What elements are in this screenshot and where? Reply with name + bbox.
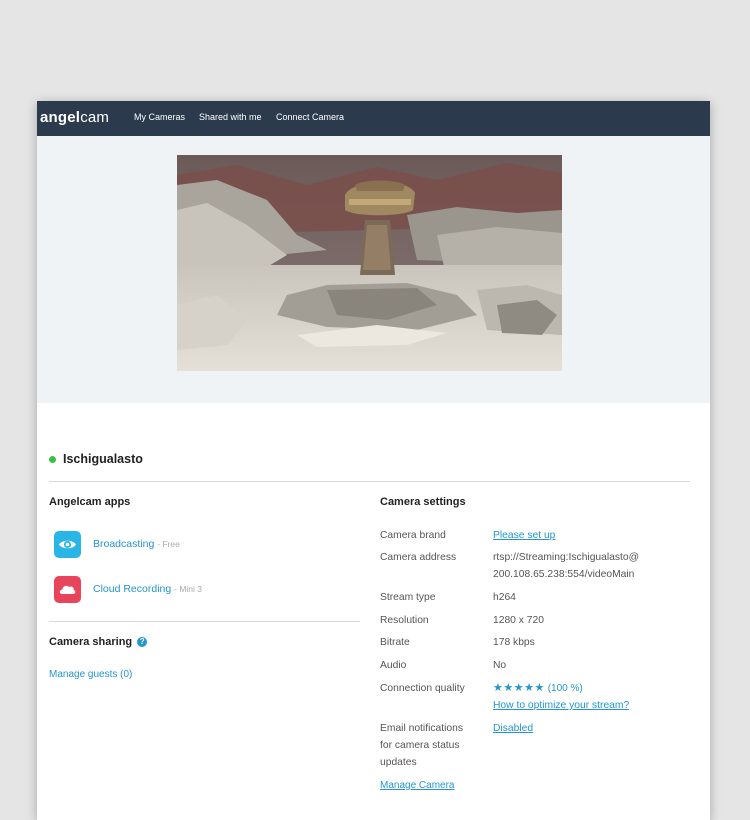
camera-address-line2: 200.108.65.238:554/videoMain [493, 569, 635, 580]
camera-settings-heading: Camera settings [380, 496, 466, 508]
audio-value: No [493, 660, 507, 671]
camera-address-line1: rtsp://Streaming:Ischigualasto@ [493, 552, 640, 563]
cloud-icon [59, 585, 76, 594]
email-notifications-label-line2: for camera status [380, 740, 460, 751]
broadcasting-plan-label: - Free [157, 539, 180, 549]
cloud-recording-app-tile[interactable] [54, 576, 81, 603]
camera-name-title: Ischigualasto [63, 452, 143, 466]
stream-type-value: h264 [493, 592, 516, 603]
resolution-value: 1280 x 720 [493, 615, 544, 626]
eye-icon [59, 540, 76, 549]
app-window: angelcam My Cameras Shared with me Conne… [37, 101, 710, 820]
title-divider [49, 481, 690, 482]
manage-camera-row: Manage Camera [380, 777, 454, 794]
manage-camera-link[interactable]: Manage Camera [380, 780, 454, 791]
camera-sharing-heading: Camera sharing ? [49, 636, 148, 648]
camera-address-label: Camera address [380, 552, 457, 563]
camera-online-status-dot [49, 456, 56, 463]
email-notifications-label-line1: Email notifications [380, 723, 463, 734]
top-navigation-bar: angelcam My Cameras Shared with me Conne… [37, 101, 710, 136]
email-notifications-value: Disabled [493, 720, 533, 737]
audio-label: Audio [380, 660, 407, 671]
email-notifications-label-line3: updates [380, 757, 417, 768]
disabled-link[interactable]: Disabled [493, 723, 533, 734]
resolution-label: Resolution [380, 615, 429, 626]
camera-preview-area [37, 136, 710, 403]
camera-brand-label: Camera brand [380, 530, 446, 541]
camera-address-value: rtsp://Streaming:Ischigualasto@ 200.108.6… [493, 549, 639, 583]
nav-shared-with-me[interactable]: Shared with me [199, 112, 262, 122]
quality-stars-icon: ★★★★★ [493, 682, 545, 694]
bitrate-label: Bitrate [380, 637, 410, 648]
nav-my-cameras[interactable]: My Cameras [134, 112, 185, 122]
bitrate-value: 178 kbps [493, 637, 535, 648]
nav-connect-camera[interactable]: Connect Camera [276, 112, 344, 122]
apps-divider [49, 621, 360, 622]
please-set-up-link[interactable]: Please set up [493, 530, 555, 541]
cloud-recording-app-link[interactable]: Cloud Recording - Mini 3 [93, 583, 202, 595]
help-question-icon[interactable]: ? [137, 637, 148, 647]
broadcasting-app-tile[interactable] [54, 531, 81, 558]
cloud-recording-app-name: Cloud Recording [93, 583, 172, 595]
connection-quality-percent: (100 %) [547, 683, 583, 694]
broadcasting-app-link[interactable]: Broadcasting - Free [93, 538, 180, 550]
angelcam-apps-heading: Angelcam apps [49, 496, 131, 508]
stream-type-label: Stream type [380, 592, 436, 603]
camera-brand-value: Please set up [493, 527, 555, 544]
cloud-recording-plan-label: - Mini 3 [174, 584, 203, 594]
manage-guests-link[interactable]: Manage guests (0) [49, 669, 132, 680]
camera-stream-image[interactable] [177, 155, 562, 371]
camera-sharing-title: Camera sharing [49, 636, 133, 648]
logo-light-text: cam [80, 109, 110, 126]
broadcasting-app-name: Broadcasting [93, 538, 155, 550]
optimize-stream-link[interactable]: How to optimize your stream? [493, 700, 629, 711]
connection-quality-label: Connection quality [380, 683, 465, 694]
connection-quality-value: ★★★★★ (100 %) How to optimize your strea… [493, 680, 629, 714]
angelcam-logo[interactable]: angelcam [40, 109, 109, 126]
email-notifications-label: Email notifications for camera status upda… [380, 720, 463, 771]
logo-bold-text: angel [40, 109, 81, 126]
